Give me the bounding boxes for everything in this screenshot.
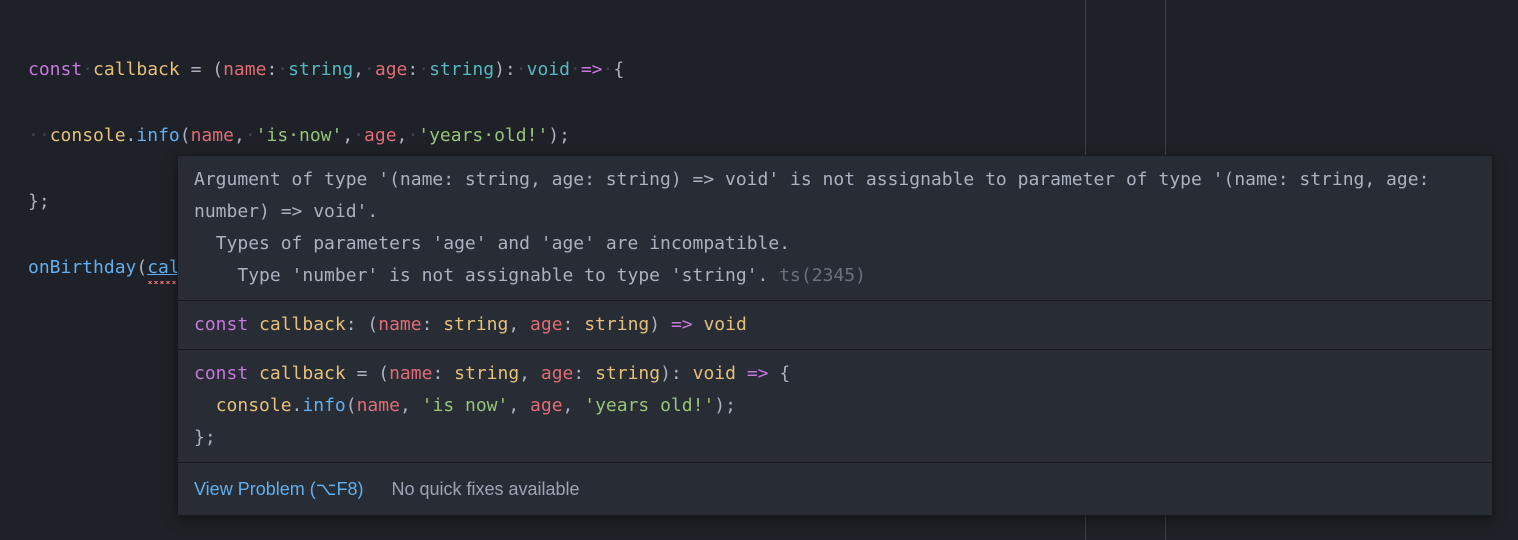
- code-line[interactable]: ··console.info(name,·'is·now',·age,·'yea…: [28, 119, 1518, 152]
- code-line[interactable]: const·callback = (name:·string,·age:·str…: [28, 53, 1518, 86]
- error-message-line: Types of parameters 'age' and 'age' are …: [194, 228, 1476, 260]
- hover-error-section: Argument of type '(name: string, age: st…: [178, 156, 1492, 301]
- hover-signature-section: const callback: (name: string, age: stri…: [178, 301, 1492, 350]
- error-message-line: Argument of type '(name: string, age: st…: [194, 164, 1476, 228]
- error-message-line: Type 'number' is not assignable to type …: [194, 260, 1476, 292]
- hover-footer: View Problem (⌥F8) No quick fixes availa…: [178, 463, 1492, 515]
- quick-fix-status: No quick fixes available: [391, 473, 579, 505]
- view-problem-link[interactable]: View Problem (⌥F8): [194, 473, 363, 505]
- error-code: ts(2345): [779, 265, 866, 286]
- hover-tooltip: Argument of type '(name: string, age: st…: [177, 155, 1493, 516]
- hover-definition-section: const callback = (name: string, age: str…: [178, 350, 1492, 463]
